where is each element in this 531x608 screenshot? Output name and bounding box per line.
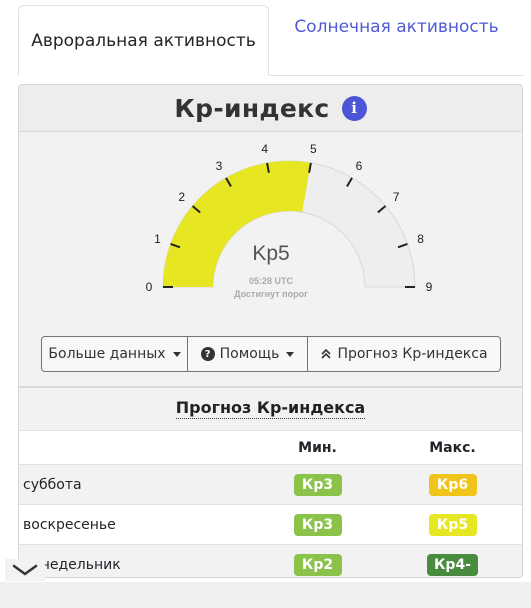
table-row: суббота Кр3 Кр6 — [19, 464, 522, 505]
card-title: Кр-индекс — [174, 93, 330, 123]
row-max-cell: Кр4- — [383, 544, 522, 577]
double-chevron-up-icon — [321, 348, 332, 359]
row-day: понедельник — [19, 544, 252, 577]
row-min-cell: Кр2 — [252, 544, 384, 577]
gauge-tick-label: 2 — [178, 190, 185, 204]
gauge-time: 05:28 UTC — [249, 276, 294, 286]
column-header-day — [19, 430, 252, 465]
row-min-cell: Кр3 — [252, 464, 384, 505]
bottom-bar — [0, 582, 531, 608]
help-label: Помощь — [219, 346, 280, 362]
help-button[interactable]: ? Помощь — [188, 337, 308, 371]
column-header-max: Макс. — [383, 430, 522, 465]
kp-min-badge: Кр3 — [293, 513, 342, 536]
gauge-tick-label: 4 — [261, 142, 268, 156]
tab-bar: Авроральная активность Солнечная активно… — [0, 0, 531, 76]
info-icon[interactable]: i — [341, 95, 367, 121]
kp-max-badge: Кр5 — [428, 513, 477, 536]
question-circle-icon: ? — [200, 347, 215, 361]
row-day: воскресенье — [19, 504, 252, 545]
action-button-group: Больше данных ? Помощь Прогноз Кр-индекс… — [41, 336, 501, 372]
caret-down-icon — [172, 351, 181, 357]
gauge-status: Достигнут порог — [234, 289, 308, 299]
kp-min-badge: Кр2 — [293, 553, 342, 576]
table-row: воскресенье Кр3 Кр5 — [19, 504, 522, 545]
kp-gauge: 0 1 2 3 4 5 6 7 8 9 Kp5 05:28 UTC Достигнут порог — [146, 142, 433, 299]
kp-max-badge: Кр6 — [428, 473, 477, 496]
gauge-tick-label: 5 — [310, 142, 317, 156]
forecast-title: Прогноз Кр-индекса — [19, 398, 522, 419]
kp-min-badge: Кр3 — [293, 473, 342, 496]
tab-solar-activity[interactable]: Солнечная активность — [270, 5, 523, 49]
row-max-cell: Кр5 — [383, 504, 522, 545]
gauge-tick-label: 7 — [393, 190, 400, 204]
chevron-down-icon[interactable] — [5, 559, 45, 581]
card-header: Кр-индекс i — [19, 85, 522, 132]
kp-max-badge: Кр4- — [426, 553, 479, 576]
gauge-tick-label: 6 — [356, 159, 363, 173]
row-max-cell: Кр6 — [383, 464, 522, 505]
kp-index-card: Кр-индекс i 0 1 2 3 4 5 6 7 8 9 Kp5 05:28 UTC Дос… — [18, 84, 523, 578]
gauge-fill — [163, 160, 311, 287]
gauge-value: Kp5 — [252, 242, 289, 265]
column-header-min: Мин. — [252, 430, 384, 465]
kp-forecast-button[interactable]: Прогноз Кр-индекса — [308, 337, 500, 371]
forecast-title-text[interactable]: Прогноз Кр-индекса — [175, 398, 366, 419]
gauge-tick-label: 1 — [154, 232, 161, 246]
table-header-row: Мин. Макс. — [19, 430, 522, 465]
gauge-tick-label: 8 — [417, 232, 424, 246]
more-data-label: Больше данных — [48, 346, 166, 362]
gauge-tick-label: 0 — [146, 280, 153, 294]
gauge-tick-label: 9 — [426, 280, 433, 294]
section-divider — [19, 386, 522, 388]
tab-divider — [270, 75, 523, 76]
forecast-table: Мин. Макс. суббота Кр3 Кр6 воскресенье К… — [19, 430, 522, 577]
row-min-cell: Кр3 — [252, 504, 384, 545]
caret-down-icon — [286, 351, 295, 357]
more-data-button[interactable]: Больше данных — [42, 337, 188, 371]
gauge-tick-label: 3 — [216, 159, 223, 173]
row-day: суббота — [19, 464, 252, 505]
kp-forecast-label: Прогноз Кр-индекса — [337, 346, 488, 362]
table-row: понедельник Кр2 Кр4- — [19, 544, 522, 577]
tab-auroral-activity[interactable]: Авроральная активность — [18, 5, 269, 76]
